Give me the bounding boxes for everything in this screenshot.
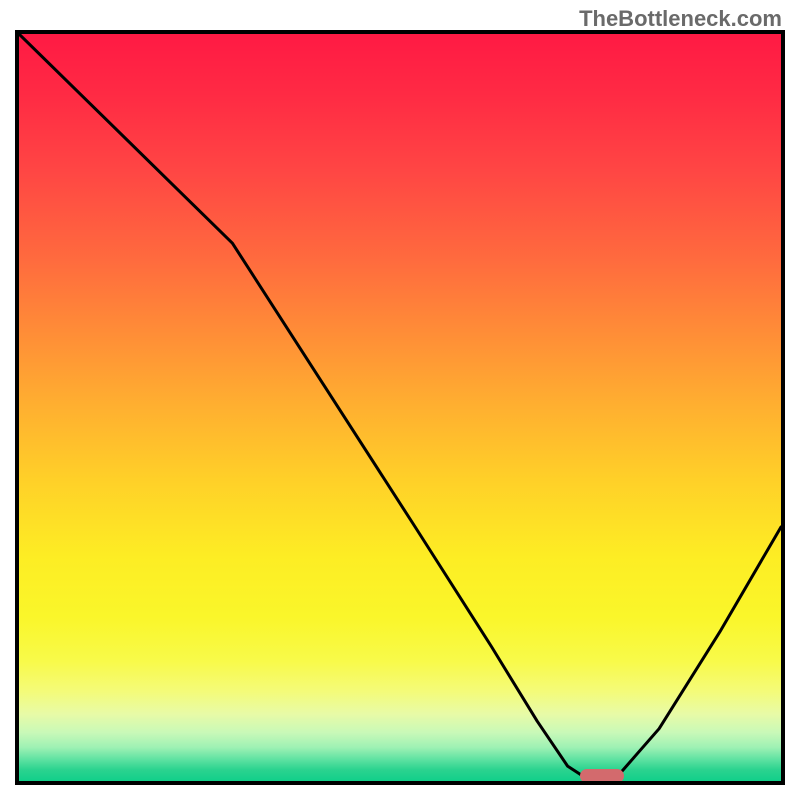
chart-plot-area <box>15 30 785 785</box>
curve-path <box>19 34 781 781</box>
watermark-text: TheBottleneck.com <box>579 6 782 32</box>
bottleneck-curve <box>19 34 781 781</box>
optimal-marker <box>580 769 624 783</box>
